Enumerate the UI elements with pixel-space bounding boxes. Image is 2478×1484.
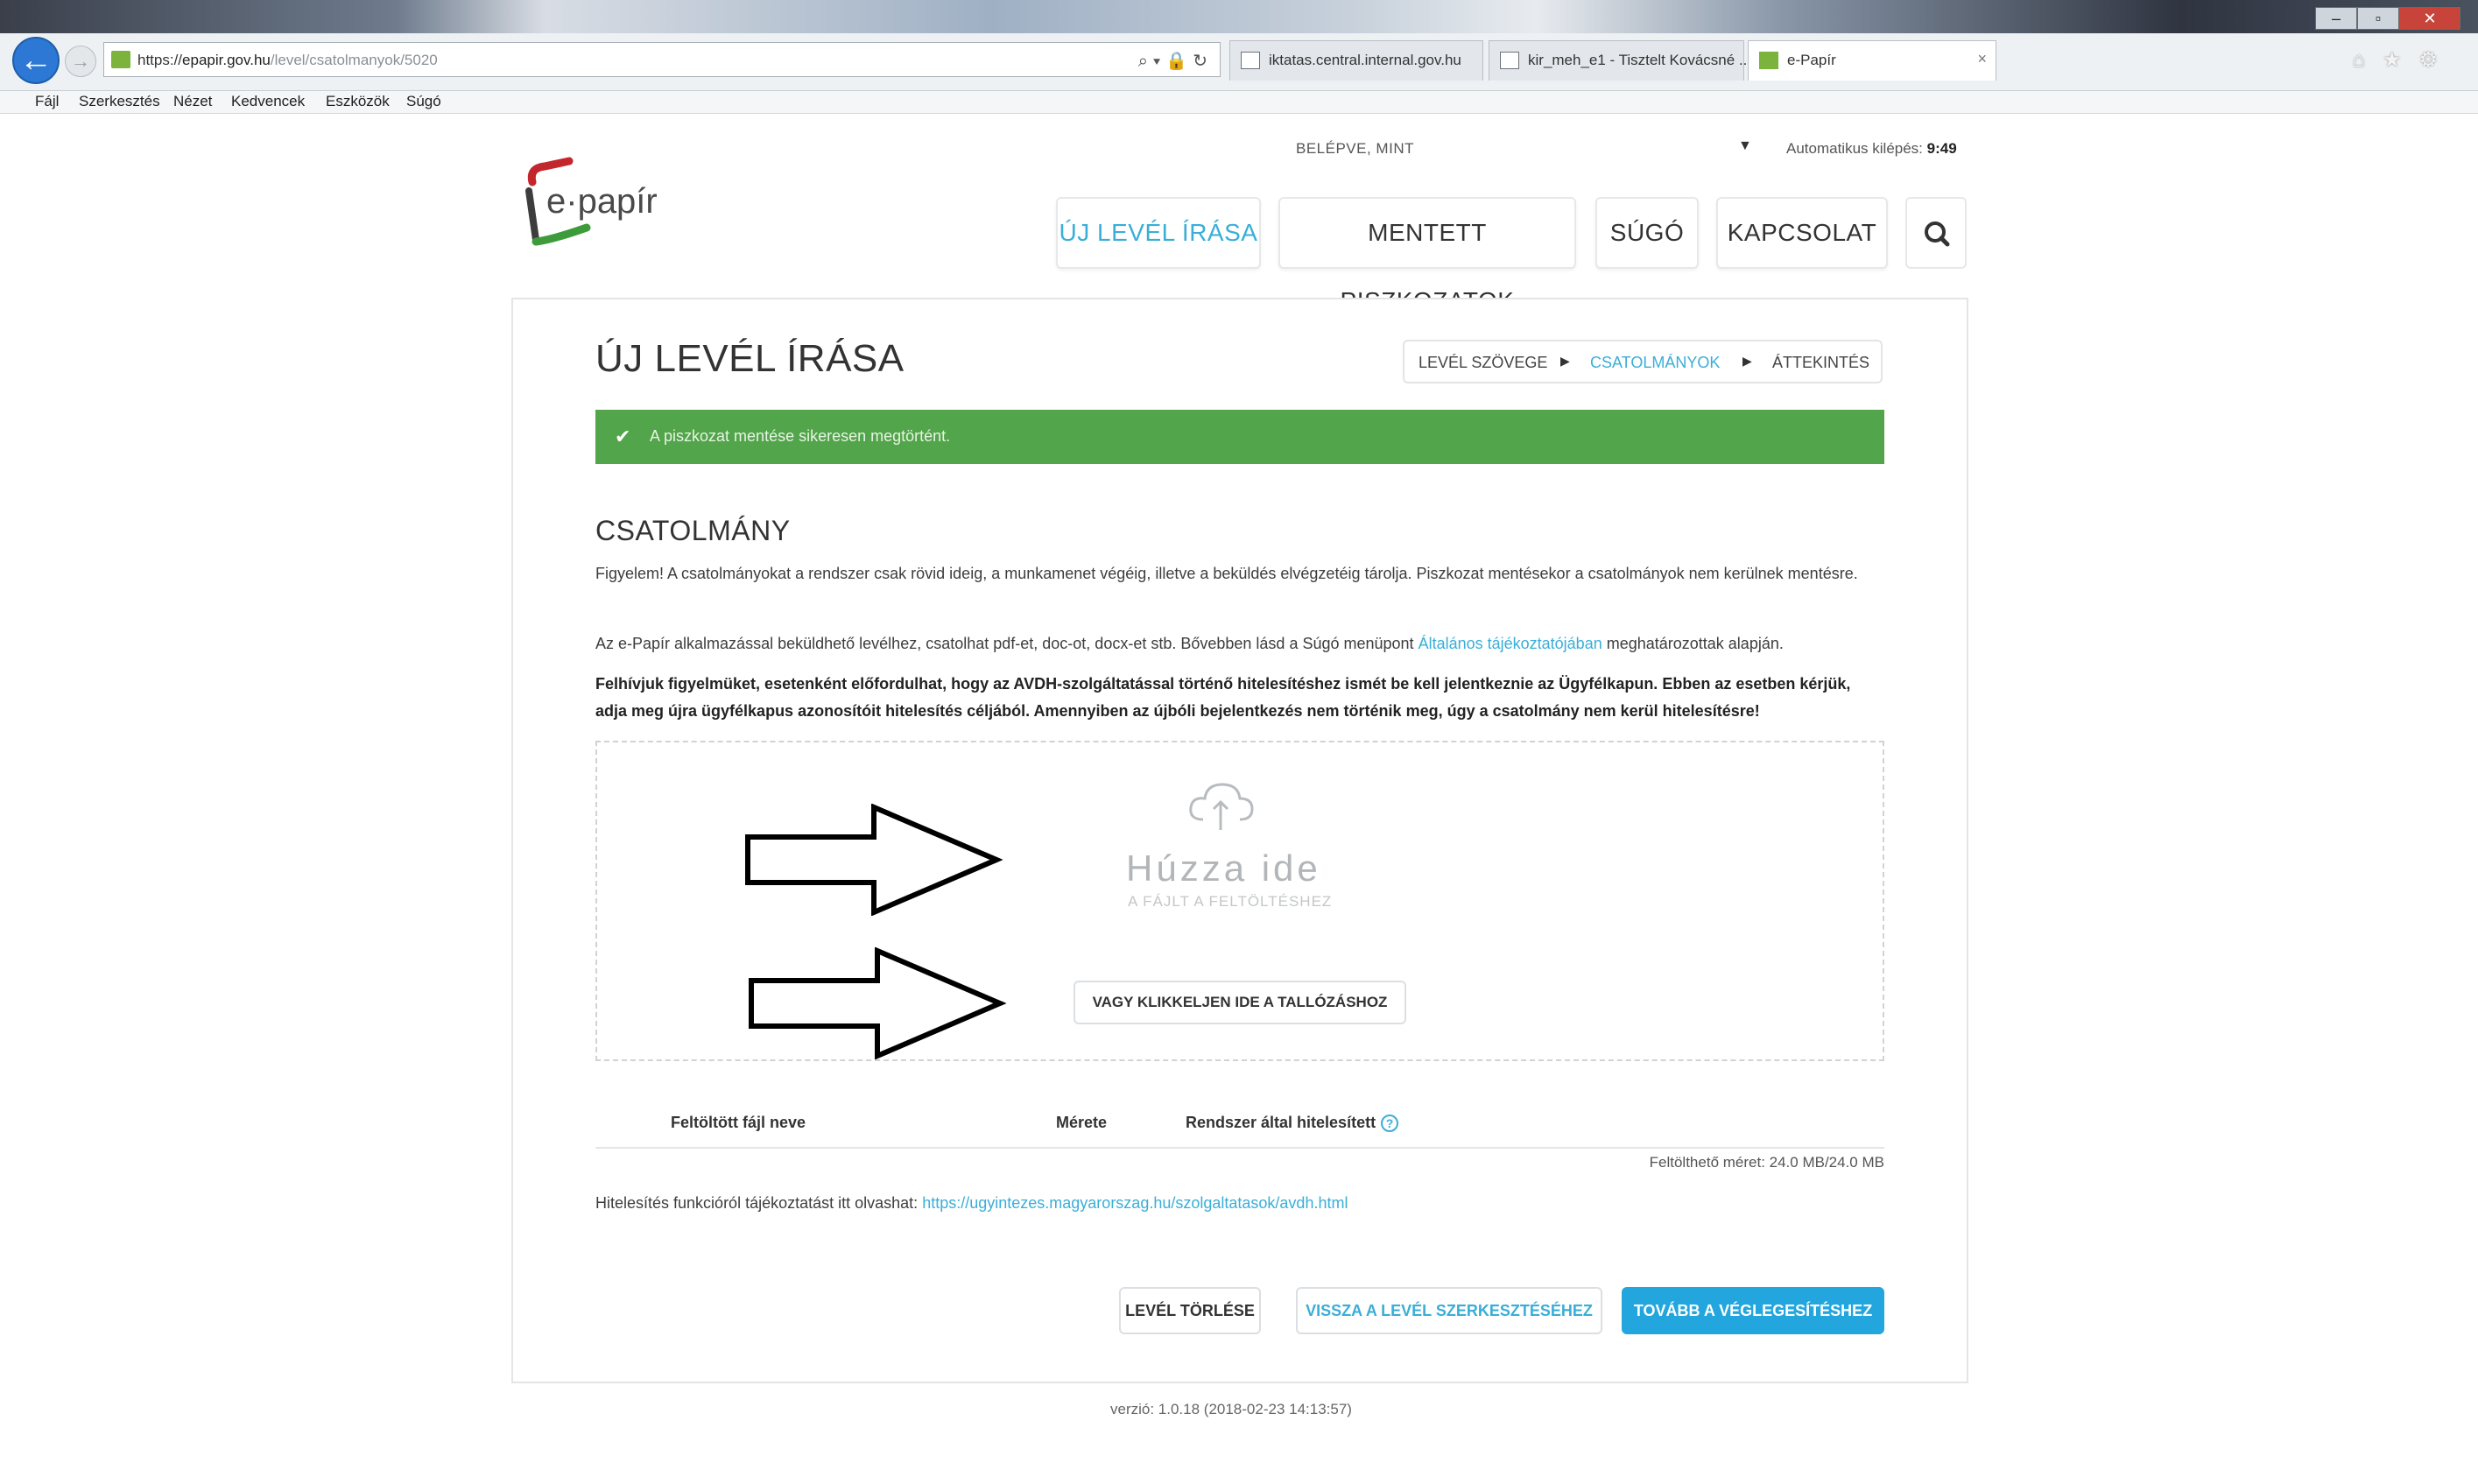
delete-letter-button[interactable]: LEVÉL TÖRLÉSE xyxy=(1119,1287,1261,1334)
upload-size-info: Feltölthető méret: 24.0 MB/24.0 MB xyxy=(1649,1154,1884,1171)
address-text: https://epapir.gov.hu/level/csatolmanyok… xyxy=(137,52,438,68)
help-icon[interactable]: ? xyxy=(1381,1115,1399,1133)
checkmark-icon: ✔ xyxy=(615,426,631,447)
avdh-info-link[interactable]: https://ugyintezes.magyarorszag.hu/szolg… xyxy=(922,1194,1348,1212)
page-icon xyxy=(1241,52,1260,69)
column-authenticated: Rendszer által hitelesített? xyxy=(1186,1114,1399,1133)
tab-iktatas[interactable]: iktatas.central.internal.gov.hu xyxy=(1229,40,1483,81)
address-scheme: https xyxy=(137,52,170,68)
cloud-upload-icon xyxy=(1189,783,1254,830)
back-button[interactable]: ← xyxy=(12,37,60,84)
column-file-name: Feltöltött fájl neve xyxy=(671,1114,806,1131)
dropzone-title: Húzza ide xyxy=(1126,847,1321,889)
search-icon xyxy=(1925,222,1950,247)
table-divider xyxy=(595,1147,1884,1149)
avdh-notice: Felhívjuk figyelmüket, esetenként előfor… xyxy=(595,675,1851,720)
tab-label: e-Papír xyxy=(1787,52,1836,68)
step-attachments: CSATOLMÁNYOK xyxy=(1590,354,1721,371)
site-icon xyxy=(111,51,130,68)
success-message: A piszkozat mentése sikeresen megtörtént… xyxy=(650,427,951,445)
nav-saved-drafts[interactable]: MENTETT PISZKOZATOK xyxy=(1278,197,1576,314)
browser-toolbar-icons: ⌂★⚙ xyxy=(2352,47,2455,73)
minimize-button[interactable]: – xyxy=(2315,7,2357,30)
tab-label: kir_meh_e1 - Tisztelt Kovácsné ... xyxy=(1528,52,1752,68)
address-bar[interactable]: https://epapir.gov.hu/level/csatolmanyok… xyxy=(103,42,1221,77)
arrow-right-icon xyxy=(745,804,1003,916)
maximize-button[interactable]: ▫ xyxy=(2357,7,2399,30)
menu-favorites[interactable]: Kedvencek xyxy=(231,93,305,110)
page-title: ÚJ LEVÉL ÍRÁSA xyxy=(595,337,905,380)
section-title: CSATOLMÁNY xyxy=(595,515,791,546)
column-file-size: Mérete xyxy=(1056,1114,1108,1131)
logo-text: e·papír xyxy=(546,182,658,221)
menu-help[interactable]: Súgó xyxy=(406,93,441,110)
forward-button[interactable]: → xyxy=(65,46,96,77)
auto-logout: Automatikus kilépés: 9:49 xyxy=(1786,140,1957,158)
menu-file[interactable]: Fájl xyxy=(35,93,59,110)
file-types-text: Az e-Papír alkalmazással beküldhető levé… xyxy=(595,635,1419,652)
continue-to-finalize-button[interactable]: TOVÁBB A VÉGLEGESÍTÉSHEZ xyxy=(1622,1287,1884,1334)
menu-view[interactable]: Nézet xyxy=(173,93,212,110)
nav-contact[interactable]: KAPCSOLAT xyxy=(1716,197,1888,269)
step-arrow-icon: ▶ xyxy=(1742,354,1752,368)
column-authenticated-label: Rendszer által hitelesített xyxy=(1186,1114,1376,1131)
close-tab-icon[interactable]: × xyxy=(1977,50,1987,68)
file-types-paragraph: Az e-Papír alkalmazással beküldhető levé… xyxy=(595,630,1884,658)
tab-epapir[interactable]: e-Papír × xyxy=(1748,40,1996,81)
warning-paragraph: Figyelem! A csatolmányokat a rendszer cs… xyxy=(595,565,1858,582)
auto-logout-label: Automatikus kilépés: xyxy=(1786,140,1923,157)
step-breadcrumb: LEVÉL SZÖVEGE ▶ CSATOLMÁNYOK ▶ ÁTTEKINTÉ… xyxy=(1403,340,1883,383)
arrow-right-icon xyxy=(749,947,1007,1059)
back-to-edit-button[interactable]: VISSZA A LEVÉL SZERKESZTÉSÉHEZ xyxy=(1296,1287,1602,1334)
address-host: epapir.gov.hu xyxy=(182,52,271,68)
favorites-star-icon[interactable]: ★ xyxy=(2383,48,2419,72)
address-row: ← → https://epapir.gov.hu/level/csatolma… xyxy=(0,33,2478,91)
settings-gear-icon[interactable]: ⚙ xyxy=(2418,48,2455,72)
dropzone-subtitle: A FÁJLT A FELTÖLTÉSHEZ xyxy=(1128,893,1333,910)
search-button[interactable] xyxy=(1905,197,1967,269)
window-controls: – ▫ ✕ xyxy=(2315,7,2460,32)
nav-help[interactable]: SÚGÓ xyxy=(1595,197,1699,269)
page-icon xyxy=(1500,52,1519,69)
step-letter-text[interactable]: LEVÉL SZÖVEGE xyxy=(1419,354,1547,372)
menu-bar: Fájl Szerkesztés Nézet Kedvencek Eszközö… xyxy=(0,91,2478,114)
auto-logout-timer: 9:49 xyxy=(1926,140,1957,157)
tab-kir-meh[interactable]: kir_meh_e1 - Tisztelt Kovácsné ... xyxy=(1489,40,1751,81)
file-types-text-end: meghatározottak alapján. xyxy=(1602,635,1784,652)
success-alert: ✔ A piszkozat mentése sikeresen megtörté… xyxy=(595,410,1884,464)
user-dropdown-caret-icon[interactable]: ▼ xyxy=(1738,138,1752,154)
address-path: /level/csatolmanyok/5020 xyxy=(270,52,438,68)
step-overview: ÁTTEKINTÉS xyxy=(1772,354,1870,371)
version-info: verzió: 1.0.18 (2018-02-23 14:13:57) xyxy=(1110,1401,1352,1417)
menu-tools[interactable]: Eszközök xyxy=(326,93,390,110)
nav-new-letter[interactable]: ÚJ LEVÉL ÍRÁSA xyxy=(1056,197,1261,269)
general-info-link[interactable]: Általános tájékoztatójában xyxy=(1419,635,1602,652)
step-arrow-icon: ▶ xyxy=(1560,354,1570,368)
auth-info: Hitelesítés funkcióról tájékoztatást itt… xyxy=(595,1194,1348,1213)
menu-edit[interactable]: Szerkesztés xyxy=(79,93,160,110)
close-window-button[interactable]: ✕ xyxy=(2399,7,2460,30)
address-bar-icons[interactable]: ⌕▾🔒↻ xyxy=(1138,50,1213,72)
browse-files-button[interactable]: VAGY KLIKKELJEN IDE A TALLÓZÁSHOZ xyxy=(1074,981,1406,1024)
page-icon xyxy=(1759,52,1778,69)
home-icon[interactable]: ⌂ xyxy=(2352,48,2383,72)
auth-info-label: Hitelesítés funkcióról tájékoztatást itt… xyxy=(595,1194,919,1212)
tab-label: iktatas.central.internal.gov.hu xyxy=(1269,52,1461,68)
logged-in-label: BELÉPVE, MINT xyxy=(1296,140,1414,157)
browser-chrome: – ▫ ✕ ← → https://epapir.gov.hu/level/cs… xyxy=(0,0,2478,114)
